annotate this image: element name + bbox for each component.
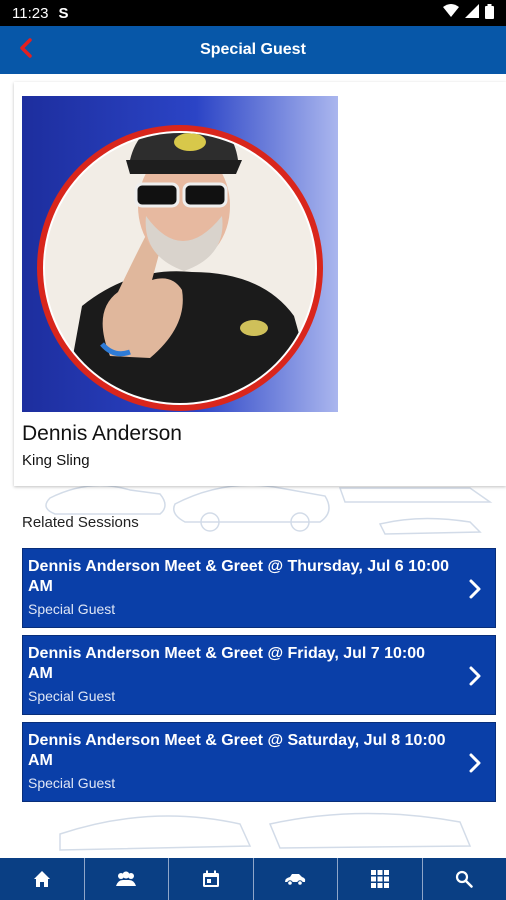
people-icon [116, 871, 137, 886]
session-card[interactable]: Dennis Anderson Meet & Greet @ Thursday,… [22, 548, 496, 628]
nav-search[interactable] [423, 858, 506, 900]
chevron-right-icon [469, 579, 481, 599]
status-icons [443, 3, 494, 23]
session-subtitle: Special Guest [28, 601, 116, 617]
back-button[interactable] [10, 34, 42, 66]
search-icon [456, 870, 473, 888]
main-content[interactable]: Dennis Anderson King Sling Related Sessi… [0, 74, 506, 858]
session-subtitle: Special Guest [28, 775, 116, 791]
nav-grid[interactable] [338, 858, 423, 900]
status-time: 11:23 [12, 4, 49, 22]
related-sessions-heading: Related Sessions [22, 514, 139, 531]
signal-icon [465, 4, 479, 22]
session-title: Dennis Anderson Meet & Greet @ Thursday,… [28, 558, 450, 595]
nav-calendar[interactable] [169, 858, 254, 900]
battery-icon [485, 3, 494, 23]
grid-icon [370, 870, 389, 888]
wifi-icon [443, 4, 459, 22]
session-card[interactable]: Dennis Anderson Meet & Greet @ Friday, J… [22, 635, 496, 715]
session-card[interactable]: Dennis Anderson Meet & Greet @ Saturday,… [22, 722, 496, 802]
session-title: Dennis Anderson Meet & Greet @ Saturday,… [28, 732, 446, 769]
chevron-left-icon [19, 37, 33, 63]
page-title: Special Guest [200, 41, 306, 58]
nav-home[interactable] [0, 858, 85, 900]
status-bar: 11:23 S [0, 0, 506, 26]
guest-photo [22, 96, 338, 412]
guest-name: Dennis Anderson [22, 422, 182, 445]
chevron-right-icon [469, 753, 481, 773]
carrier-glyph: S [58, 4, 69, 22]
bottom-nav [0, 858, 506, 900]
car-icon [285, 874, 306, 886]
chevron-right-icon [469, 666, 481, 686]
calendar-icon [202, 870, 219, 887]
guest-subtitle: King Sling [22, 452, 90, 469]
app-bar: Special Guest [0, 26, 506, 74]
nav-people[interactable] [85, 858, 169, 900]
nav-car[interactable] [254, 858, 338, 900]
session-title: Dennis Anderson Meet & Greet @ Friday, J… [28, 645, 426, 682]
session-subtitle: Special Guest [28, 688, 116, 704]
guest-profile-card: Dennis Anderson King Sling [14, 82, 506, 486]
home-icon [33, 871, 50, 887]
